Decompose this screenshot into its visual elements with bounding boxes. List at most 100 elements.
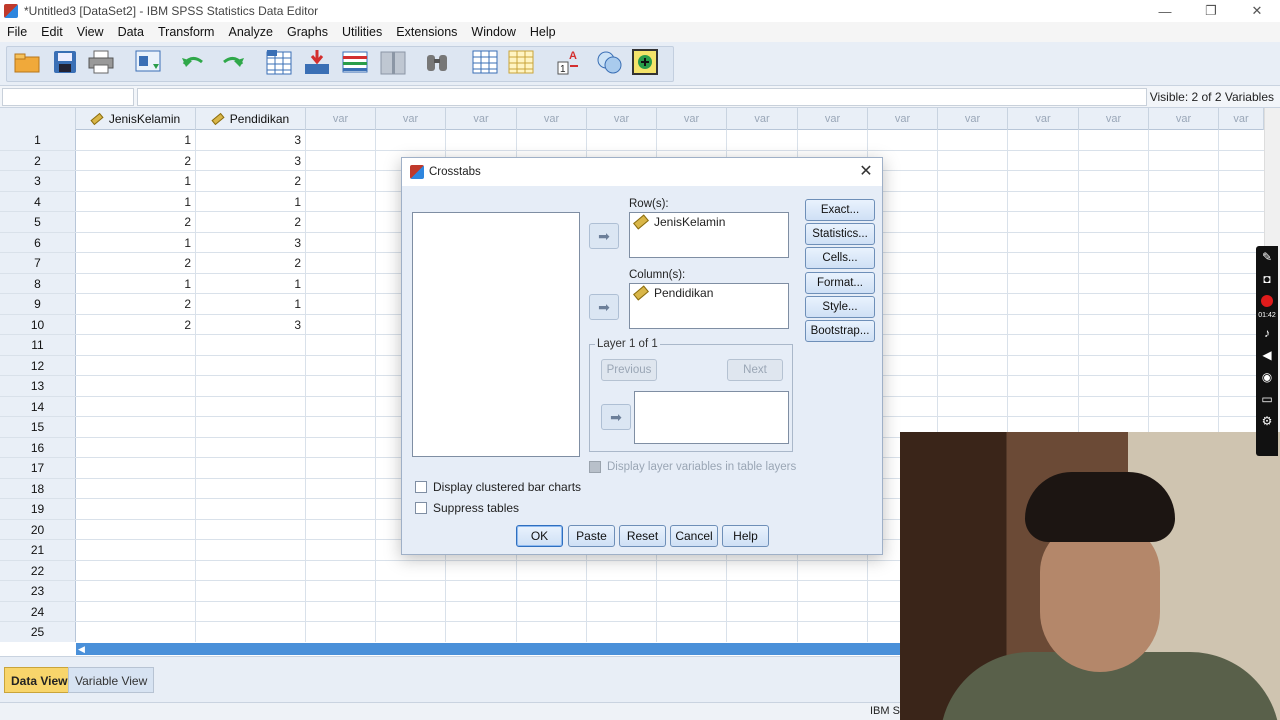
row-number[interactable]: 17	[0, 458, 76, 478]
column-header-var[interactable]: var	[727, 108, 798, 130]
close-window-button[interactable]: ✕	[1234, 0, 1280, 22]
ok-button[interactable]: OK	[516, 525, 563, 547]
row-number[interactable]: 20	[0, 519, 76, 539]
save-icon[interactable]	[50, 47, 80, 77]
column-header-var[interactable]: var	[306, 108, 376, 130]
tab-data-view[interactable]: Data View	[4, 667, 75, 693]
row-number[interactable]: 12	[0, 355, 76, 375]
help-button[interactable]: Help	[722, 525, 769, 547]
record-icon[interactable]	[1256, 290, 1278, 312]
data-cell[interactable]	[76, 417, 196, 437]
print-icon[interactable]	[86, 47, 116, 77]
column-header-var[interactable]: var	[517, 108, 587, 130]
data-cell[interactable]	[196, 376, 306, 396]
recall-dialog-icon[interactable]	[134, 47, 164, 77]
exact-button[interactable]: Exact...	[805, 199, 875, 221]
menu-file[interactable]: File	[0, 25, 34, 39]
column-header-var[interactable]: var	[1149, 108, 1219, 130]
bootstrap-button[interactable]: Bootstrap...	[805, 320, 875, 342]
value-labels-icon[interactable]: A1	[554, 47, 584, 77]
data-cell[interactable]	[196, 396, 306, 416]
data-cell[interactable]	[76, 622, 196, 642]
microphone-icon[interactable]: ♪	[1256, 322, 1278, 344]
undo-icon[interactable]	[178, 47, 208, 77]
data-cell[interactable]	[76, 499, 196, 519]
columns-list[interactable]: Pendidikan	[629, 283, 789, 329]
row-number[interactable]: 5	[0, 212, 76, 232]
next-layer-button[interactable]: Next	[727, 359, 783, 381]
redo-icon[interactable]	[218, 47, 248, 77]
data-cell[interactable]	[196, 478, 306, 498]
data-cell[interactable]	[76, 478, 196, 498]
row-number[interactable]: 13	[0, 376, 76, 396]
list-item[interactable]: JenisKelamin	[630, 213, 788, 231]
clustered-bar-option[interactable]: Display clustered bar charts	[415, 480, 581, 494]
data-cell[interactable]: 1	[76, 273, 196, 293]
data-cell[interactable]	[76, 519, 196, 539]
horizontal-scrollbar[interactable]: ◀	[76, 643, 900, 655]
column-header-var[interactable]: var	[657, 108, 727, 130]
cancel-button[interactable]: Cancel	[670, 525, 718, 547]
row-number[interactable]: 3	[0, 171, 76, 191]
window-icon[interactable]: ▭	[1256, 388, 1278, 410]
data-cell[interactable]	[76, 560, 196, 580]
data-cell[interactable]	[196, 499, 306, 519]
style-button[interactable]: Style...	[805, 296, 875, 318]
tab-variable-view[interactable]: Variable View	[68, 667, 155, 693]
data-cell[interactable]	[196, 540, 306, 560]
data-cell[interactable]	[196, 355, 306, 375]
menu-data[interactable]: Data	[111, 25, 151, 39]
row-number[interactable]: 1	[0, 130, 76, 150]
previous-layer-button[interactable]: Previous	[601, 359, 657, 381]
rows-list[interactable]: JenisKelamin	[629, 212, 789, 258]
data-cell[interactable]: 1	[196, 191, 306, 211]
data-cell[interactable]: 2	[76, 294, 196, 314]
move-to-layer-button[interactable]: ➡	[601, 404, 631, 430]
data-cell[interactable]	[76, 396, 196, 416]
data-cell[interactable]	[196, 560, 306, 580]
display-layer-checkbox[interactable]	[589, 461, 601, 473]
column-header-var[interactable]: var	[938, 108, 1008, 130]
column-header-var[interactable]: var	[1079, 108, 1149, 130]
row-number[interactable]: 9	[0, 294, 76, 314]
row-number[interactable]: 10	[0, 314, 76, 334]
data-cell[interactable]	[196, 581, 306, 601]
data-cell[interactable]: 1	[196, 273, 306, 293]
suppress-tables-checkbox[interactable]	[415, 502, 427, 514]
menu-extensions[interactable]: Extensions	[389, 25, 464, 39]
spell-check-icon[interactable]	[630, 47, 660, 77]
open-folder-icon[interactable]	[12, 47, 42, 77]
menu-analyze[interactable]: Analyze	[221, 25, 279, 39]
suppress-tables-option[interactable]: Suppress tables	[415, 501, 519, 515]
column-header-var[interactable]: var	[446, 108, 517, 130]
data-cell[interactable]	[76, 376, 196, 396]
row-number[interactable]: 18	[0, 478, 76, 498]
data-cell[interactable]	[196, 601, 306, 621]
row-number[interactable]: 8	[0, 273, 76, 293]
menu-edit[interactable]: Edit	[34, 25, 70, 39]
row-number[interactable]: 16	[0, 437, 76, 457]
menu-transform[interactable]: Transform	[151, 25, 222, 39]
menu-graphs[interactable]: Graphs	[280, 25, 335, 39]
column-header-var[interactable]: var	[1219, 108, 1264, 130]
column-header-var[interactable]: var	[376, 108, 446, 130]
insert-variable-icon[interactable]	[506, 47, 536, 77]
display-layer-option[interactable]: Display layer variables in table layers	[589, 461, 796, 473]
data-cell[interactable]: 2	[196, 171, 306, 191]
speaker-icon[interactable]: ◀	[1256, 344, 1278, 366]
column-header-pendidikan[interactable]: Pendidikan	[196, 108, 306, 130]
pen-icon[interactable]: ✎	[1256, 246, 1278, 268]
cell-value-editor[interactable]	[137, 88, 1147, 106]
list-item[interactable]: Pendidikan	[630, 284, 788, 302]
data-cell[interactable]	[196, 417, 306, 437]
row-number[interactable]: 24	[0, 601, 76, 621]
close-icon[interactable]: ✕	[856, 162, 876, 182]
data-cell[interactable]	[76, 540, 196, 560]
goto-variable-icon[interactable]	[302, 47, 332, 77]
layer-list[interactable]	[634, 391, 789, 444]
data-cell[interactable]	[196, 335, 306, 355]
data-cell[interactable]: 3	[196, 130, 306, 150]
clustered-bar-checkbox[interactable]	[415, 481, 427, 493]
row-number[interactable]: 4	[0, 191, 76, 211]
column-header-var[interactable]: var	[798, 108, 868, 130]
